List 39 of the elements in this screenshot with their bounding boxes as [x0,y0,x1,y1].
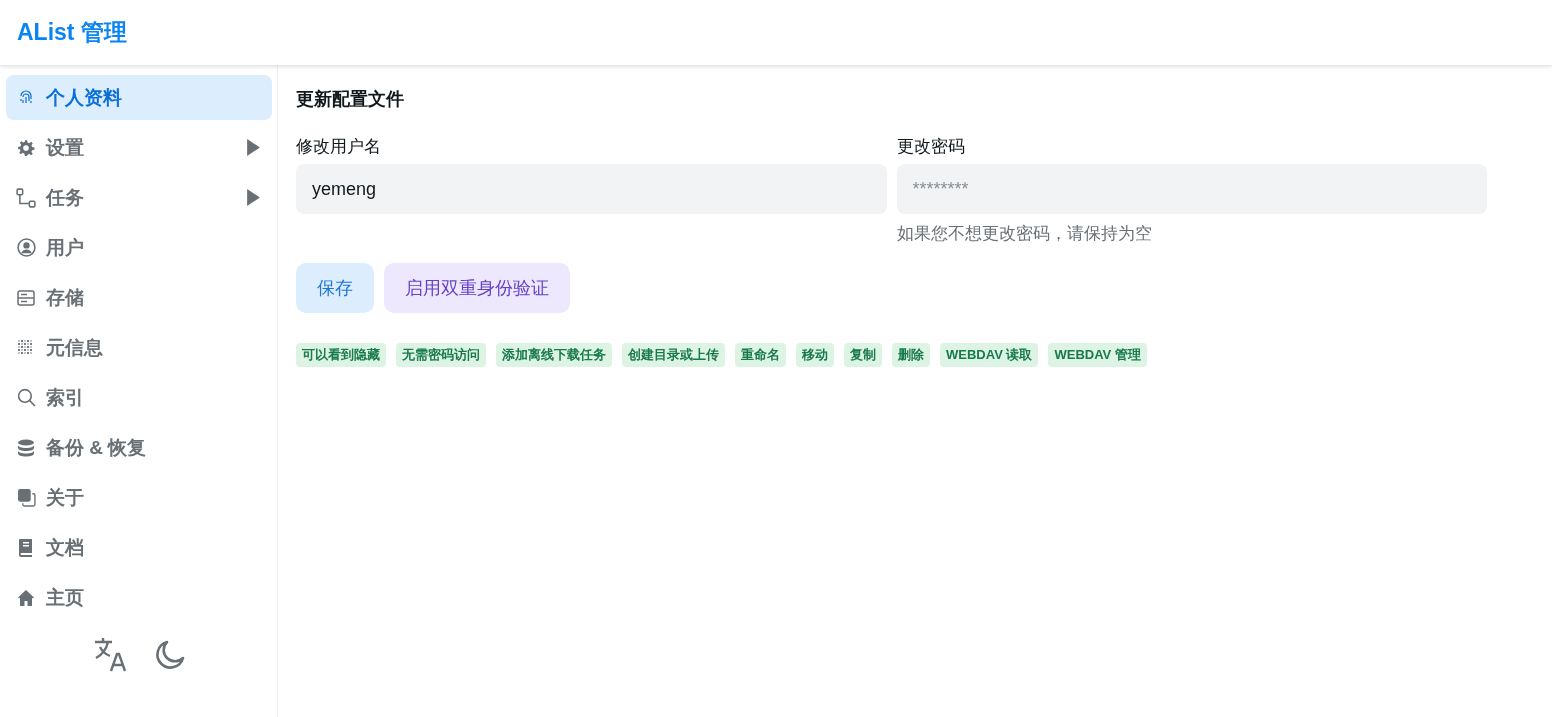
permission-tag: WEBDAV 管理 [1048,343,1147,367]
server-icon [16,288,36,307]
sidebar-item[interactable]: 个人资料 [6,75,272,120]
field-label: 更改密码 [896,136,966,158]
permission-tag: 复制 [844,343,882,367]
sidebar-item[interactable]: 设置 [6,125,272,170]
sidebar-item[interactable]: 存储 [6,275,272,320]
permission-tag: 创建目录或上传 [622,343,725,367]
permission-tag: 重命名 [735,343,786,367]
sidebar-item[interactable]: 主页 [6,575,272,620]
sidebar-item[interactable]: 关于 [6,475,272,520]
translate-icon[interactable] [92,637,128,673]
permission-tag: 添加离线下载任务 [496,343,612,367]
password-field[interactable]: ******** [896,164,1487,214]
sidebar-item[interactable]: 文档 [6,525,272,570]
permission-tag: 可以看到隐藏 [296,343,386,367]
permission-tag: 无需密码访问 [396,343,486,367]
permission-tag: 删除 [892,343,930,367]
flow-icon [16,187,36,208]
sidebar-item[interactable]: 备份 & 恢复 [6,425,272,470]
copy-icon [16,488,36,507]
permission-tag: WEBDAV 读取 [940,343,1039,367]
home-icon [16,588,36,607]
sidebar-item[interactable]: 任务 [6,175,272,220]
user-icon [16,238,36,257]
gear-icon [16,138,36,157]
permission-tag: 移动 [796,343,834,367]
sidebar-item[interactable]: 用户 [6,225,272,270]
section-title: 更新配置文件 [296,88,405,111]
sidebar-item[interactable]: 元信息 [6,325,272,370]
save-button[interactable]: 保存 [296,263,374,313]
database-icon [16,438,36,457]
search-icon [16,388,36,407]
app-title: AList 管理 [17,18,127,47]
username-field[interactable]: yemeng [296,164,887,214]
two-factor-button[interactable]: 启用双重身份验证 [384,263,570,313]
helper-text: 如果您不想更改密码，请保持为空 [896,223,1153,245]
sidebar-item[interactable]: 索引 [6,375,272,420]
field-label: 修改用户名 [296,136,382,158]
